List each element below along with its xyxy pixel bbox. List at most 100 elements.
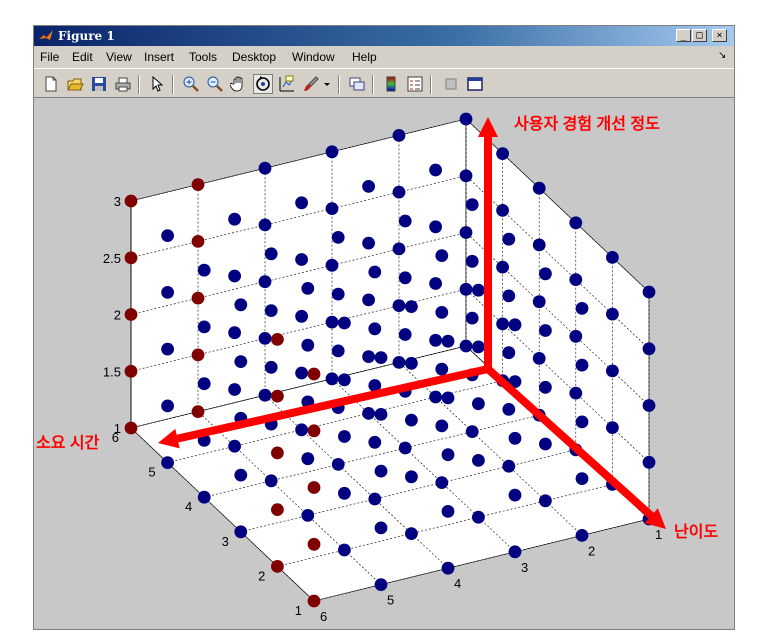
show-plot-tools-icon[interactable]	[466, 75, 484, 93]
open-file-icon[interactable]	[66, 75, 84, 93]
data-point	[405, 470, 418, 484]
data-point	[532, 295, 546, 309]
minimize-button[interactable]: _	[676, 29, 691, 42]
menu-edit[interactable]: Edit	[72, 50, 93, 64]
menu-window[interactable]: Window	[292, 50, 335, 64]
data-point	[496, 204, 509, 217]
menu-desktop[interactable]: Desktop	[232, 50, 276, 64]
data-point	[508, 488, 522, 502]
annotation-label-up: 사용자 경험 개선 정도	[514, 114, 660, 133]
data-point	[228, 212, 242, 226]
data-point	[539, 494, 552, 508]
data-point	[258, 388, 272, 402]
data-point	[338, 486, 351, 500]
data-point	[502, 289, 516, 303]
maximize-button[interactable]: □	[692, 29, 707, 42]
data-point	[234, 525, 248, 539]
data-point	[271, 446, 284, 460]
save-icon[interactable]	[90, 75, 108, 93]
toolbar-separator	[338, 75, 340, 94]
data-point	[338, 373, 351, 387]
data-point	[124, 421, 138, 435]
data-point	[429, 220, 442, 234]
new-figure-icon[interactable]	[42, 75, 60, 93]
hide-plot-tools-icon[interactable]	[442, 75, 460, 93]
data-point	[307, 367, 321, 381]
data-point	[435, 362, 449, 376]
data-point	[606, 421, 619, 434]
data-point	[368, 265, 382, 279]
data-point	[465, 198, 479, 211]
data-point	[307, 424, 321, 438]
menu-file[interactable]: File	[40, 50, 59, 64]
arrow-up-head	[478, 117, 498, 137]
scatter3d-plot[interactable]: 11.522.53123456654321 사용자 경험 개선 정도 소요 시간…	[34, 98, 735, 630]
data-point	[161, 229, 174, 243]
data-cursor-icon[interactable]	[278, 75, 296, 93]
data-point	[264, 474, 278, 488]
zoom-out-icon[interactable]	[206, 75, 224, 93]
data-point	[532, 181, 546, 195]
z-tick-label: 2.5	[103, 251, 121, 266]
data-point	[307, 481, 321, 494]
data-point	[398, 328, 412, 341]
figure-toolbar	[34, 68, 734, 98]
data-point	[264, 360, 278, 374]
window-title: Figure 1	[58, 29, 115, 43]
data-point	[325, 315, 339, 329]
data-point	[405, 527, 418, 540]
data-point	[331, 287, 345, 301]
pan-hand-icon[interactable]	[230, 75, 248, 93]
data-point	[307, 594, 321, 608]
axes-background	[130, 118, 650, 602]
menu-help[interactable]: Help	[352, 50, 377, 64]
data-point	[435, 249, 449, 262]
data-point	[374, 578, 388, 591]
dock-arrow-icon[interactable]: ↘	[718, 50, 726, 61]
menu-insert[interactable]: Insert	[144, 50, 174, 64]
menu-view[interactable]: View	[106, 50, 132, 64]
menu-tools[interactable]: Tools	[189, 50, 217, 64]
data-point	[374, 408, 388, 421]
data-point	[539, 267, 552, 281]
data-point	[472, 510, 485, 524]
print-icon[interactable]	[114, 75, 132, 93]
data-point	[197, 490, 211, 504]
rotate-3d-icon[interactable]	[253, 74, 273, 94]
annotation-label-right: 난이도	[674, 523, 718, 541]
data-point	[532, 352, 546, 365]
data-point	[508, 431, 522, 445]
zoom-in-icon[interactable]	[182, 75, 200, 93]
toolbar-separator	[430, 75, 432, 94]
dropdown-arrow-icon[interactable]	[322, 75, 332, 93]
pointer-icon[interactable]	[148, 75, 166, 93]
data-point	[368, 435, 382, 449]
data-point	[642, 455, 656, 469]
link-plot-icon[interactable]	[348, 75, 366, 93]
close-button[interactable]: ×	[712, 29, 727, 42]
data-point	[606, 307, 619, 321]
data-point	[325, 372, 339, 386]
data-point	[575, 302, 589, 315]
data-point	[459, 339, 473, 353]
data-point	[362, 350, 375, 363]
data-point	[338, 316, 351, 330]
data-point	[472, 454, 485, 467]
data-point	[191, 291, 205, 305]
title-bar[interactable]: Figure 1 _ □ ×	[34, 26, 734, 46]
data-point	[441, 505, 455, 518]
data-point	[374, 521, 388, 535]
y-tick-label: 6	[112, 430, 119, 445]
data-point	[508, 545, 522, 559]
data-point	[197, 263, 211, 277]
data-point	[569, 386, 583, 400]
data-point	[307, 537, 321, 551]
brush-icon[interactable]	[302, 75, 320, 93]
data-point	[569, 216, 583, 230]
legend-icon[interactable]	[406, 75, 424, 93]
figure-canvas[interactable]: 1 1.5 2 2.5 3 1 2 3 4 5 6 6 5 4 3 2 1 사용자 경험 개선 정도 소요 시간…	[34, 98, 735, 630]
colorbar-icon[interactable]	[382, 75, 400, 93]
x-tick-label: 3	[521, 560, 528, 575]
data-point	[459, 112, 473, 126]
figure-window: Figure 1 _ □ × File Edit View Insert Too…	[33, 25, 735, 630]
